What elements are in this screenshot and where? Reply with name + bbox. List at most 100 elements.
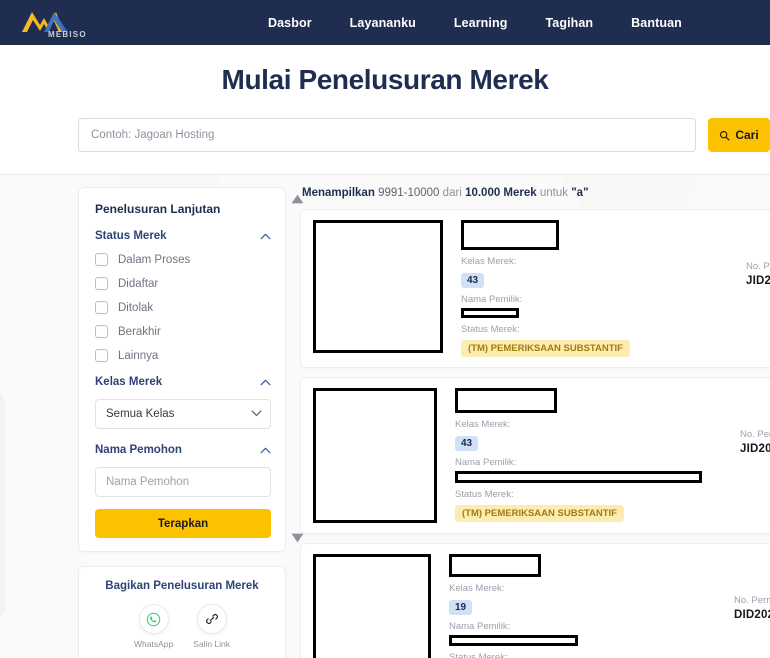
permohonan-label: No. Permohonan: bbox=[734, 595, 770, 606]
result-main-column: Kelas Merek: 43 Nama Pemilik: Status Mer… bbox=[455, 388, 740, 523]
permohonan-label: No. Permohonan: bbox=[746, 261, 770, 272]
filter-sidebar: Penelusuran Lanjutan Status Merek Dalam … bbox=[78, 187, 304, 658]
brand-logo[interactable]: MEBISO bbox=[18, 6, 113, 40]
checkbox-icon[interactable] bbox=[95, 349, 108, 362]
filter-group-status-header[interactable]: Status Merek bbox=[95, 230, 271, 242]
result-main-column: Kelas Merek: 19 Nama Pemilik: Status Mer… bbox=[449, 554, 734, 658]
checkbox-label: Lainnya bbox=[118, 349, 159, 362]
nav-link-learning[interactable]: Learning bbox=[454, 16, 508, 30]
brand-name-redaction bbox=[449, 554, 541, 577]
result-main-column: Kelas Merek: 43 Nama Pemilik: Status Mer… bbox=[461, 220, 746, 357]
top-navbar: MEBISO Dasbor Layananku Learning Tagihan… bbox=[0, 0, 770, 45]
summary-total: 10.000 Merek bbox=[465, 187, 537, 199]
brand-name-redaction bbox=[461, 220, 559, 250]
filter-panel-title: Penelusuran Lanjutan bbox=[95, 202, 221, 216]
content-columns: Penelusuran Lanjutan Status Merek Dalam … bbox=[0, 175, 770, 658]
search-row: Cari bbox=[0, 118, 770, 152]
filter-checkbox-dalam-proses[interactable]: Dalam Proses bbox=[95, 253, 271, 266]
status-label: Status Merek: bbox=[449, 652, 508, 658]
result-info: Kelas Merek: 43 Nama Pemilik: Status Mer… bbox=[461, 220, 770, 357]
search-input[interactable] bbox=[78, 118, 696, 152]
result-card[interactable]: Kelas Merek: 43 Nama Pemilik: Status Mer… bbox=[300, 377, 770, 534]
kelas-badge: 43 bbox=[461, 273, 485, 288]
result-card[interactable]: Kelas Merek: 19 Nama Pemilik: Status Mer… bbox=[300, 543, 770, 658]
summary-suffix: untuk bbox=[539, 187, 569, 199]
filter-checkbox-ditolak[interactable]: Ditolak bbox=[95, 301, 271, 314]
kelas-merek-select[interactable]: Semua Kelas bbox=[95, 399, 271, 429]
permohonan-value: JID2023088220 bbox=[746, 275, 770, 287]
kelas-label: Kelas Merek: bbox=[455, 419, 511, 430]
apply-filter-button[interactable]: Terapkan bbox=[95, 509, 271, 538]
status-badge: (TM) PEMERIKSAAN SUBSTANTIF bbox=[455, 505, 624, 522]
result-side-column: No. Permohonan: JID2024067671 bbox=[740, 388, 770, 523]
nama-pemohon-input[interactable] bbox=[95, 467, 271, 497]
hero-section: Mulai Penelusuran Merek Cari bbox=[0, 45, 770, 175]
share-circle bbox=[196, 604, 227, 634]
results-summary: Menampilkan 9991-10000 dari 10.000 Merek… bbox=[302, 187, 770, 199]
share-panel: Bagikan Penelusuran Merek WhatsApp Salin… bbox=[78, 566, 286, 658]
kelas-badge: 43 bbox=[455, 436, 479, 451]
checkbox-label: Berakhir bbox=[118, 325, 161, 338]
owner-name-redaction bbox=[449, 635, 578, 646]
nav-link-dasbor[interactable]: Dasbor bbox=[268, 16, 312, 30]
advanced-search-panel: Penelusuran Lanjutan Status Merek Dalam … bbox=[78, 187, 304, 552]
chevron-up-icon bbox=[260, 447, 271, 453]
status-label: Status Merek: bbox=[461, 324, 520, 335]
kelas-label: Kelas Merek: bbox=[461, 256, 517, 267]
result-info: Kelas Merek: 43 Nama Pemilik: Status Mer… bbox=[455, 388, 770, 523]
pemilik-label: Nama Pemilik: bbox=[461, 294, 523, 305]
svg-text:MEBISO: MEBISO bbox=[48, 30, 87, 39]
kelas-label: Kelas Merek: bbox=[449, 583, 505, 594]
scroll-up-arrow-icon[interactable] bbox=[291, 194, 304, 204]
status-label: Status Merek: bbox=[455, 489, 514, 500]
filter-group-pemohon-label: Nama Pemohon bbox=[95, 444, 182, 456]
brand-image-redaction bbox=[313, 388, 437, 523]
pemilik-label: Nama Pemilik: bbox=[455, 457, 517, 468]
share-label: Salin Link bbox=[193, 639, 231, 649]
filter-checkbox-lainnya[interactable]: Lainnya bbox=[95, 349, 271, 362]
owner-name-redaction bbox=[461, 308, 519, 318]
summary-range: 9991-10000 bbox=[378, 187, 440, 199]
share-panel-title: Bagikan Penelusuran Merek bbox=[105, 580, 259, 592]
result-side-column: No. Permohonan: JID2023088220 bbox=[746, 220, 770, 357]
filter-group-pemohon-header[interactable]: Nama Pemohon bbox=[95, 444, 271, 456]
page-root: MEBISO Dasbor Layananku Learning Tagihan… bbox=[0, 0, 770, 658]
summary-query: "a" bbox=[571, 187, 589, 199]
scroll-down-arrow-icon[interactable] bbox=[291, 533, 304, 543]
share-whatsapp-button[interactable]: WhatsApp bbox=[134, 604, 173, 649]
share-label: WhatsApp bbox=[133, 639, 174, 649]
mebiso-logo-icon: MEBISO bbox=[22, 11, 87, 39]
result-card[interactable]: Kelas Merek: 43 Nama Pemilik: Status Mer… bbox=[300, 209, 770, 368]
checkbox-icon[interactable] bbox=[95, 301, 108, 314]
filter-group-kelas-label: Kelas Merek bbox=[95, 376, 163, 388]
nav-link-layananku[interactable]: Layananku bbox=[350, 16, 416, 30]
brand-image-redaction bbox=[313, 554, 431, 658]
summary-middle: dari bbox=[442, 187, 462, 199]
page-title: Mulai Penelusuran Merek bbox=[221, 64, 549, 95]
body-area: Penelusuran Lanjutan Status Merek Dalam … bbox=[0, 175, 770, 658]
checkbox-icon[interactable] bbox=[95, 277, 108, 290]
chevron-up-icon bbox=[260, 233, 271, 239]
checkbox-label: Didaftar bbox=[118, 277, 159, 290]
search-button[interactable]: Cari bbox=[708, 118, 770, 152]
summary-prefix: Menampilkan bbox=[302, 187, 375, 199]
search-button-label: Cari bbox=[735, 128, 759, 142]
filter-group-kelas-header[interactable]: Kelas Merek bbox=[95, 376, 271, 388]
filter-checkbox-berakhir[interactable]: Berakhir bbox=[95, 325, 271, 338]
link-icon bbox=[205, 614, 218, 624]
result-side-column: No. Permohonan: DID2024034621 bbox=[734, 554, 770, 658]
result-info: Kelas Merek: 19 Nama Pemilik: Status Mer… bbox=[449, 554, 770, 658]
nav-link-tagihan[interactable]: Tagihan bbox=[545, 16, 593, 30]
checkbox-label: Ditolak bbox=[118, 301, 154, 314]
filter-checkbox-didaftar[interactable]: Didaftar bbox=[95, 277, 271, 290]
whatsapp-icon bbox=[146, 612, 161, 626]
nav-link-bantuan[interactable]: Bantuan bbox=[631, 16, 682, 30]
checkbox-icon[interactable] bbox=[95, 253, 108, 266]
results-column: Menampilkan 9991-10000 dari 10.000 Merek… bbox=[300, 187, 770, 658]
checkbox-icon[interactable] bbox=[95, 325, 108, 338]
brand-image-redaction bbox=[313, 220, 443, 353]
permohonan-value: DID2024034621 bbox=[734, 609, 770, 621]
search-icon bbox=[720, 130, 730, 140]
share-copy-link-button[interactable]: Salin Link bbox=[193, 604, 230, 649]
nav-links: Dasbor Layananku Learning Tagihan Bantua… bbox=[268, 16, 682, 30]
